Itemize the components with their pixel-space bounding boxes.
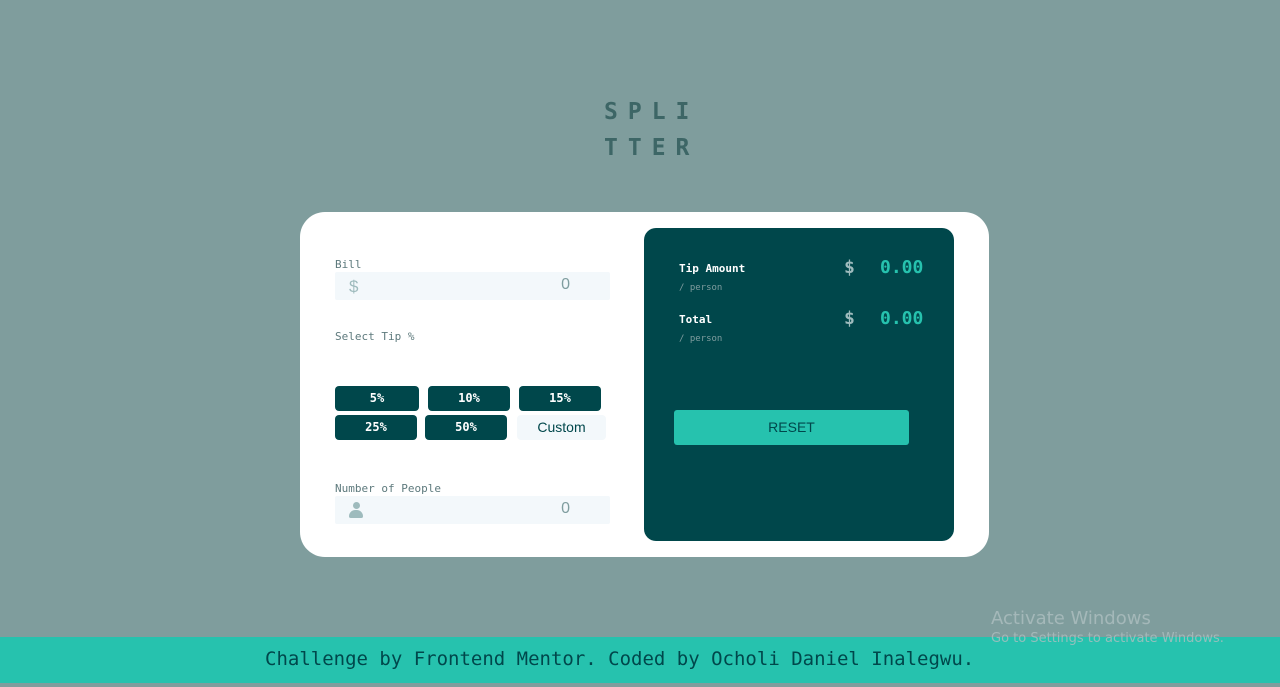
total-value: 0.00 <box>880 308 924 329</box>
bill-input-placeholder: 0 <box>561 276 570 293</box>
people-input-placeholder: 0 <box>561 500 570 517</box>
tip-button-15[interactable]: 15% <box>519 386 601 411</box>
tip-custom-input[interactable]: Custom <box>517 415 606 440</box>
total-currency: $ <box>844 308 855 329</box>
results-panel: Tip Amount / person $ 0.00 Total / perso… <box>644 228 954 541</box>
tip-button-10[interactable]: 10% <box>428 386 510 411</box>
tip-button-25[interactable]: 25% <box>335 415 417 440</box>
people-label: Number of People <box>335 482 441 495</box>
watermark-subtitle: Go to Settings to activate Windows. <box>991 631 1224 646</box>
select-tip-label: Select Tip % <box>335 330 415 343</box>
tip-button-5[interactable]: 5% <box>335 386 419 411</box>
tip-amount-per-person: / person <box>679 283 723 293</box>
total-per-person: / person <box>679 334 723 344</box>
reset-button[interactable]: RESET <box>674 410 909 445</box>
calculator-card: Bill $ 0 Select Tip % 5% 10% 15% 25% 50%… <box>300 212 989 557</box>
app-logo: SPLI TTER <box>604 94 714 166</box>
bill-input[interactable]: $ 0 <box>335 272 610 300</box>
tip-amount-currency: $ <box>844 257 855 278</box>
logo-line-2: TTER <box>604 135 700 161</box>
bill-label: Bill <box>335 258 362 271</box>
tip-amount-value: 0.00 <box>880 257 924 278</box>
people-input[interactable]: 0 <box>335 496 610 524</box>
logo-line-1: SPLI <box>604 99 700 125</box>
person-icon <box>349 502 363 518</box>
windows-activation-watermark: Activate Windows Go to Settings to activ… <box>991 608 1224 646</box>
dollar-icon: $ <box>349 277 359 296</box>
tip-amount-label: Tip Amount <box>679 262 746 275</box>
footer-attribution: Challenge by Frontend Mentor. Coded by O… <box>265 648 975 670</box>
total-label: Total <box>679 313 713 326</box>
watermark-title: Activate Windows <box>991 608 1151 629</box>
tip-button-50[interactable]: 50% <box>425 415 507 440</box>
